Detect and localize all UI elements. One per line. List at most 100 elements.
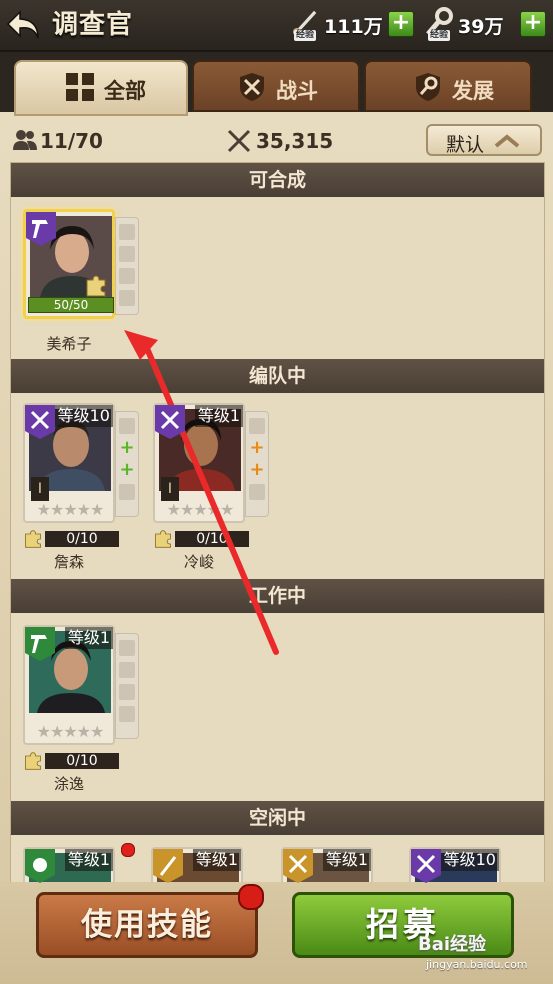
- puzzle-piece-icon: [155, 530, 171, 548]
- chevron-up-icon: [494, 134, 520, 148]
- apple-class-icon: [25, 849, 55, 883]
- card-frame: 等级1: [281, 847, 373, 883]
- equip-slot: [119, 640, 135, 656]
- investigator-name: 美希子: [46, 335, 92, 353]
- equip-slot: [119, 290, 135, 306]
- watermark-url: jingyan.baidu.com: [426, 958, 528, 971]
- puzzle-piece-icon: [86, 275, 106, 297]
- combat-shield-icon: [240, 73, 264, 101]
- card-frame: 等级1 I ★★★★★: [153, 403, 245, 523]
- exp-value-1: 111万: [324, 16, 383, 38]
- equip-slot: [119, 268, 135, 284]
- people-icon: [13, 130, 37, 150]
- card-frame: 50/50: [23, 209, 115, 319]
- equip-slot: [119, 662, 135, 678]
- add-equip-icon[interactable]: +: [249, 439, 265, 457]
- grid-icon: [66, 73, 94, 101]
- watermark-brand: Bai经验: [418, 934, 487, 955]
- hp-bar: 50/50: [28, 297, 114, 313]
- total-power: 35,315: [256, 129, 334, 153]
- equip-slot: [119, 684, 135, 700]
- investigator-card-idle-4[interactable]: 等级10: [409, 847, 533, 883]
- notification-dot: [238, 884, 264, 910]
- card-frame: 等级1: [23, 847, 115, 883]
- back-arrow-icon[interactable]: [4, 6, 44, 44]
- fragment-count: 0/10: [175, 531, 249, 547]
- exp-resource-1: 经验 111万 +: [290, 8, 414, 41]
- add-exp-button-2[interactable]: +: [520, 11, 546, 37]
- card-frame: 等级1: [151, 847, 243, 883]
- equipment-slots: + +: [245, 411, 269, 517]
- investigator-card-tu[interactable]: 等级1 ★★★★★ 0/10 涂逸: [23, 625, 153, 795]
- tab-develop[interactable]: 发展: [364, 60, 532, 112]
- investigator-name: 詹森: [53, 553, 84, 571]
- level-badge: 等级1: [194, 405, 243, 427]
- level-badge: 等级1: [192, 849, 241, 871]
- section-header-working: 工作中: [11, 579, 544, 613]
- puzzle-piece-icon: [25, 752, 41, 770]
- add-equip-icon[interactable]: +: [119, 461, 135, 479]
- exp-tag: 经验: [428, 30, 451, 41]
- combat-class-icon: [155, 405, 185, 439]
- equip-slot: [119, 706, 135, 722]
- use-skill-button[interactable]: 使用技能: [36, 892, 258, 958]
- fragment-count: 0/10: [45, 531, 119, 547]
- notification-dot: [121, 843, 135, 857]
- add-exp-button-1[interactable]: +: [388, 11, 414, 37]
- exp-value-2: 39万: [458, 16, 504, 38]
- equip-slot: [249, 484, 265, 500]
- investigator-card-zhan[interactable]: 等级10 I ★★★★★ + + 0/10 詹森: [23, 403, 153, 573]
- develop-wrench-icon: [416, 73, 440, 101]
- investigator-card-idle-1[interactable]: 等级1: [23, 843, 147, 883]
- sort-label: 默认: [446, 134, 485, 156]
- star-rating: ★★★★★: [36, 500, 105, 519]
- hammer-class-icon: [25, 627, 55, 661]
- hammer-class-icon: [26, 212, 56, 246]
- investigator-card-idle-3[interactable]: 等级1: [281, 847, 405, 883]
- tab-develop-label: 发展: [452, 79, 494, 103]
- card-frame: 等级10 I ★★★★★: [23, 403, 115, 523]
- card-frame: 等级10: [409, 847, 501, 883]
- add-equip-icon[interactable]: +: [119, 439, 135, 457]
- star-rating: ★★★★★: [166, 500, 235, 519]
- investigator-card-leng[interactable]: 等级1 I ★★★★★ + + 0/10 冷峻: [153, 403, 283, 573]
- investigator-count: 11/70: [40, 129, 103, 153]
- investigator-name: 冷峻: [183, 553, 214, 571]
- section-header-idle: 空闲中: [11, 801, 544, 835]
- exp-resource-2: 经验 39万 +: [424, 7, 548, 41]
- investigator-card-idle-2[interactable]: 等级1: [151, 847, 275, 883]
- rank-badge: I: [161, 477, 179, 501]
- exp-tag: 经验: [294, 30, 317, 41]
- wheat-class-icon: [153, 849, 183, 883]
- tab-all-label: 全部: [104, 79, 146, 103]
- page-title: 调查官: [52, 10, 134, 40]
- tab-combat-label: 战斗: [276, 79, 318, 103]
- investigator-card-mei[interactable]: 50/50 美希子: [23, 209, 153, 359]
- level-badge: 等级10: [54, 405, 113, 427]
- combat-class-icon: [411, 849, 441, 883]
- equipment-slots: [115, 217, 139, 315]
- section-header-combinable: 可合成: [11, 163, 544, 197]
- fragment-count: 0/10: [45, 753, 119, 769]
- level-badge: 等级1: [322, 849, 371, 871]
- level-badge: 等级1: [64, 627, 113, 649]
- equip-slot: [119, 418, 135, 434]
- level-badge: 等级1: [64, 849, 113, 871]
- equip-slot: [119, 224, 135, 240]
- combat-class-icon: [25, 405, 55, 439]
- investigator-list[interactable]: 可合成 50/50 美希子 编队中 等级10 I ★★★★★ + + 0/10 …: [10, 162, 545, 884]
- tab-all[interactable]: 全部: [14, 60, 188, 116]
- section-header-in-team: 编队中: [11, 359, 544, 393]
- equipment-slots: + +: [115, 411, 139, 517]
- add-equip-icon[interactable]: +: [249, 461, 265, 479]
- equip-slot: [249, 418, 265, 434]
- card-frame: 等级1 ★★★★★: [23, 625, 115, 745]
- equip-slot: [119, 484, 135, 500]
- investigator-name: 涂逸: [53, 775, 84, 793]
- equip-slot: [119, 246, 135, 262]
- puzzle-piece-icon: [25, 530, 41, 548]
- tab-combat[interactable]: 战斗: [192, 60, 360, 112]
- star-rating: ★★★★★: [36, 722, 105, 741]
- crossed-swords-icon: [227, 129, 251, 153]
- sort-dropdown[interactable]: 默认: [426, 124, 542, 156]
